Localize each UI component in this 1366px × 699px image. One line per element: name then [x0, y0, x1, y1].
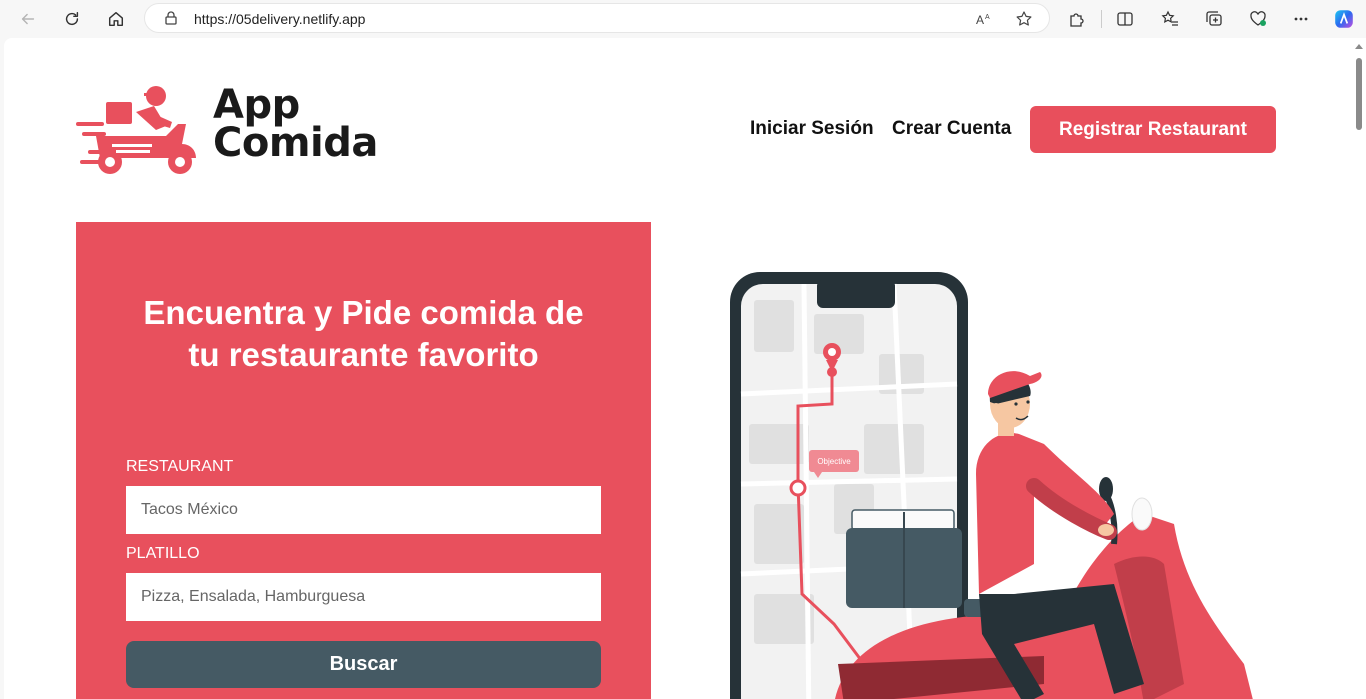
favorites-list-icon: [1161, 10, 1178, 26]
url-text[interactable]: https://05delivery.netlify.app: [194, 11, 365, 27]
logo-line-1: App: [213, 82, 300, 128]
dish-label: PLATILLO: [126, 545, 200, 562]
search-panel: Encuentra y Pide comida de tu restaurant…: [76, 222, 651, 699]
signup-link[interactable]: Crear Cuenta: [892, 118, 1011, 140]
copilot-icon: [1335, 10, 1353, 28]
back-button[interactable]: [14, 5, 42, 33]
collections-icon: [1206, 11, 1222, 26]
favorites-button[interactable]: [1156, 5, 1184, 33]
restaurant-label: RESTAURANT: [126, 458, 234, 475]
svg-text:A: A: [976, 13, 984, 27]
more-dots-icon: [1294, 17, 1308, 21]
route-start-marker: [789, 479, 807, 497]
arrow-left-icon: [21, 13, 35, 25]
scroll-up-arrow[interactable]: [1355, 44, 1363, 49]
read-aloud-icon[interactable]: AA: [975, 10, 993, 28]
refresh-icon: [65, 11, 79, 26]
puzzle-icon: [1070, 13, 1084, 27]
objective-tag-text: Objective: [817, 457, 851, 466]
delivery-illustration: Objective: [730, 272, 1253, 699]
toolbar-divider: [1101, 10, 1102, 28]
restaurant-input[interactable]: [126, 486, 601, 534]
split-screen-button[interactable]: [1111, 5, 1139, 33]
refresh-button[interactable]: [58, 5, 86, 33]
scrollbar-thumb[interactable]: [1356, 58, 1362, 130]
home-icon: [108, 11, 124, 27]
search-button[interactable]: Buscar: [126, 641, 601, 688]
settings-more-button[interactable]: [1287, 5, 1315, 33]
browser-toolbar: https://05delivery.netlify.app AA: [0, 0, 1366, 38]
app-logo[interactable]: App Comida: [76, 84, 386, 176]
split-screen-icon: [1117, 12, 1133, 26]
delivery-scooter-logo-icon: [76, 86, 196, 174]
collections-button[interactable]: [1200, 5, 1228, 33]
page-viewport: App Comida Iniciar Sesión Crear Cuenta R…: [4, 38, 1366, 699]
dish-input[interactable]: [126, 573, 601, 621]
hero-title-line-2: tu restaurante favorito: [188, 336, 539, 373]
login-link[interactable]: Iniciar Sesión: [750, 118, 874, 140]
favorite-star-icon[interactable]: [1015, 10, 1033, 28]
extensions-button[interactable]: [1063, 5, 1091, 33]
home-button[interactable]: [102, 5, 130, 33]
logo-wordmark: App Comida: [213, 82, 378, 166]
page-scrollbar[interactable]: [1352, 38, 1366, 699]
address-bar[interactable]: https://05delivery.netlify.app AA: [144, 3, 1050, 33]
heart-pulse-icon: [1250, 11, 1266, 26]
svg-text:A: A: [985, 14, 990, 21]
lock-icon[interactable]: [163, 10, 179, 26]
hero-title: Encuentra y Pide comida de tu restaurant…: [106, 292, 621, 376]
logo-line-2: Comida: [213, 120, 378, 166]
browser-essentials-button[interactable]: [1244, 5, 1272, 33]
register-restaurant-button[interactable]: Registrar Restaurant: [1030, 106, 1276, 153]
copilot-button[interactable]: [1330, 5, 1358, 33]
hero-title-line-1: Encuentra y Pide comida de: [143, 294, 584, 331]
